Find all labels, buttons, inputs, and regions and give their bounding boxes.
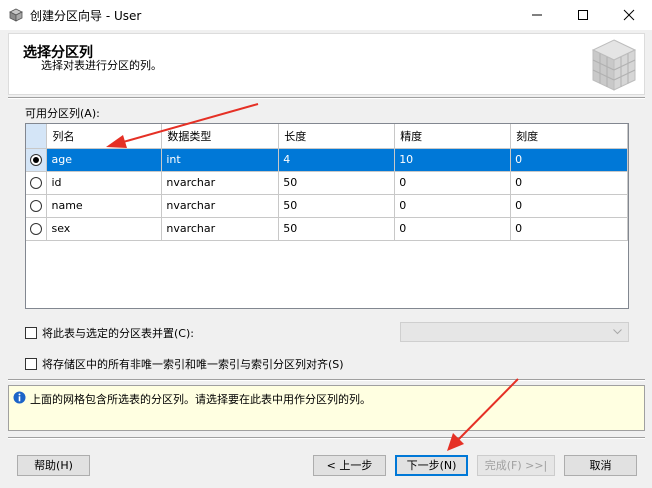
maximize-icon bbox=[578, 10, 588, 20]
radio-icon[interactable] bbox=[30, 154, 43, 166]
colocate-checkbox[interactable] bbox=[25, 327, 37, 339]
table-row[interactable]: age int 4 10 0 bbox=[26, 148, 628, 172]
row-radio-cell[interactable] bbox=[26, 148, 48, 172]
app-icon bbox=[9, 8, 23, 22]
maximize-button[interactable] bbox=[560, 0, 606, 30]
partition-columns-grid[interactable]: 列名 数据类型 长度 精度 刻度 age int 4 10 0 id nvarc… bbox=[25, 123, 629, 309]
row-radio-cell[interactable] bbox=[26, 171, 48, 195]
column-header-precision[interactable]: 精度 bbox=[394, 124, 512, 149]
colocate-label: 将此表与选定的分区表并置(C): bbox=[42, 327, 194, 340]
column-header-name[interactable]: 列名 bbox=[46, 124, 163, 149]
header-divider bbox=[8, 97, 645, 99]
cell-length[interactable]: 50 bbox=[278, 194, 396, 218]
window-title: 创建分区向导 - User bbox=[30, 9, 142, 23]
columns-table: 列名 数据类型 长度 精度 刻度 age int 4 10 0 id nvarc… bbox=[26, 124, 628, 241]
column-header-length[interactable]: 长度 bbox=[278, 124, 396, 149]
cell-precision[interactable]: 0 bbox=[394, 194, 512, 218]
cell-name[interactable]: sex bbox=[46, 217, 163, 241]
table-row[interactable]: name nvarchar 50 0 0 bbox=[26, 194, 628, 218]
align-option[interactable]: 将存储区中的所有非唯一索引和唯一索引与索引分区列对齐(S) bbox=[25, 356, 344, 372]
available-columns-label: 可用分区列(A): bbox=[25, 107, 100, 120]
align-label: 将存储区中的所有非唯一索引和唯一索引与索引分区列对齐(S) bbox=[42, 358, 344, 371]
row-radio-cell[interactable] bbox=[26, 217, 48, 241]
table-row[interactable]: sex nvarchar 50 0 0 bbox=[26, 217, 628, 241]
column-header-scale[interactable]: 刻度 bbox=[510, 124, 628, 149]
radio-icon[interactable] bbox=[30, 223, 43, 235]
cell-length[interactable]: 4 bbox=[278, 148, 396, 172]
cell-precision[interactable]: 0 bbox=[394, 217, 512, 241]
info-panel: 上面的网格包含所选表的分区列。请选择要在此表中用作分区列的列。 bbox=[8, 385, 645, 431]
footer-divider bbox=[8, 437, 645, 439]
radio-icon[interactable] bbox=[30, 200, 43, 212]
row-radio-cell[interactable] bbox=[26, 194, 48, 218]
cube-icon bbox=[591, 39, 637, 91]
help-button[interactable]: 帮助(H) bbox=[17, 455, 90, 476]
chevron-down-icon bbox=[613, 329, 622, 335]
cell-type[interactable]: nvarchar bbox=[161, 194, 280, 218]
close-icon bbox=[623, 9, 635, 21]
cell-name[interactable]: age bbox=[46, 148, 163, 172]
cell-type[interactable]: nvarchar bbox=[161, 217, 280, 241]
close-button[interactable] bbox=[606, 0, 652, 30]
cell-type[interactable]: int bbox=[161, 148, 280, 172]
colocate-option[interactable]: 将此表与选定的分区表并置(C): bbox=[25, 325, 194, 341]
wizard-header: 选择分区列 选择对表进行分区的列。 bbox=[8, 33, 645, 95]
back-button[interactable]: < 上一步 bbox=[313, 455, 386, 476]
colocate-table-select bbox=[400, 322, 629, 342]
cell-length[interactable]: 50 bbox=[278, 171, 396, 195]
cell-scale[interactable]: 0 bbox=[510, 171, 628, 195]
cell-name[interactable]: id bbox=[46, 171, 163, 195]
info-icon bbox=[13, 391, 26, 404]
radio-icon[interactable] bbox=[30, 177, 43, 189]
table-header-row: 列名 数据类型 长度 精度 刻度 bbox=[26, 124, 628, 149]
cell-precision[interactable]: 0 bbox=[394, 171, 512, 195]
finish-button: 完成(F) >>| bbox=[477, 455, 555, 476]
row-selector-header bbox=[26, 124, 48, 149]
cell-type[interactable]: nvarchar bbox=[161, 171, 280, 195]
page-subtitle: 选择对表进行分区的列。 bbox=[41, 59, 162, 72]
cancel-button[interactable]: 取消 bbox=[564, 455, 637, 476]
align-checkbox[interactable] bbox=[25, 358, 37, 370]
cell-length[interactable]: 50 bbox=[278, 217, 396, 241]
info-text: 上面的网格包含所选表的分区列。请选择要在此表中用作分区列的列。 bbox=[30, 393, 371, 406]
cell-name[interactable]: name bbox=[46, 194, 163, 218]
cell-scale[interactable]: 0 bbox=[510, 148, 628, 172]
column-header-type[interactable]: 数据类型 bbox=[161, 124, 280, 149]
options-divider bbox=[8, 379, 645, 381]
title-bar: 创建分区向导 - User bbox=[0, 0, 652, 30]
cell-scale[interactable]: 0 bbox=[510, 194, 628, 218]
table-row[interactable]: id nvarchar 50 0 0 bbox=[26, 171, 628, 195]
cell-scale[interactable]: 0 bbox=[510, 217, 628, 241]
cell-precision[interactable]: 10 bbox=[394, 148, 512, 172]
next-button[interactable]: 下一步(N) bbox=[395, 455, 468, 476]
minimize-icon bbox=[532, 14, 542, 16]
minimize-button[interactable] bbox=[514, 0, 560, 30]
